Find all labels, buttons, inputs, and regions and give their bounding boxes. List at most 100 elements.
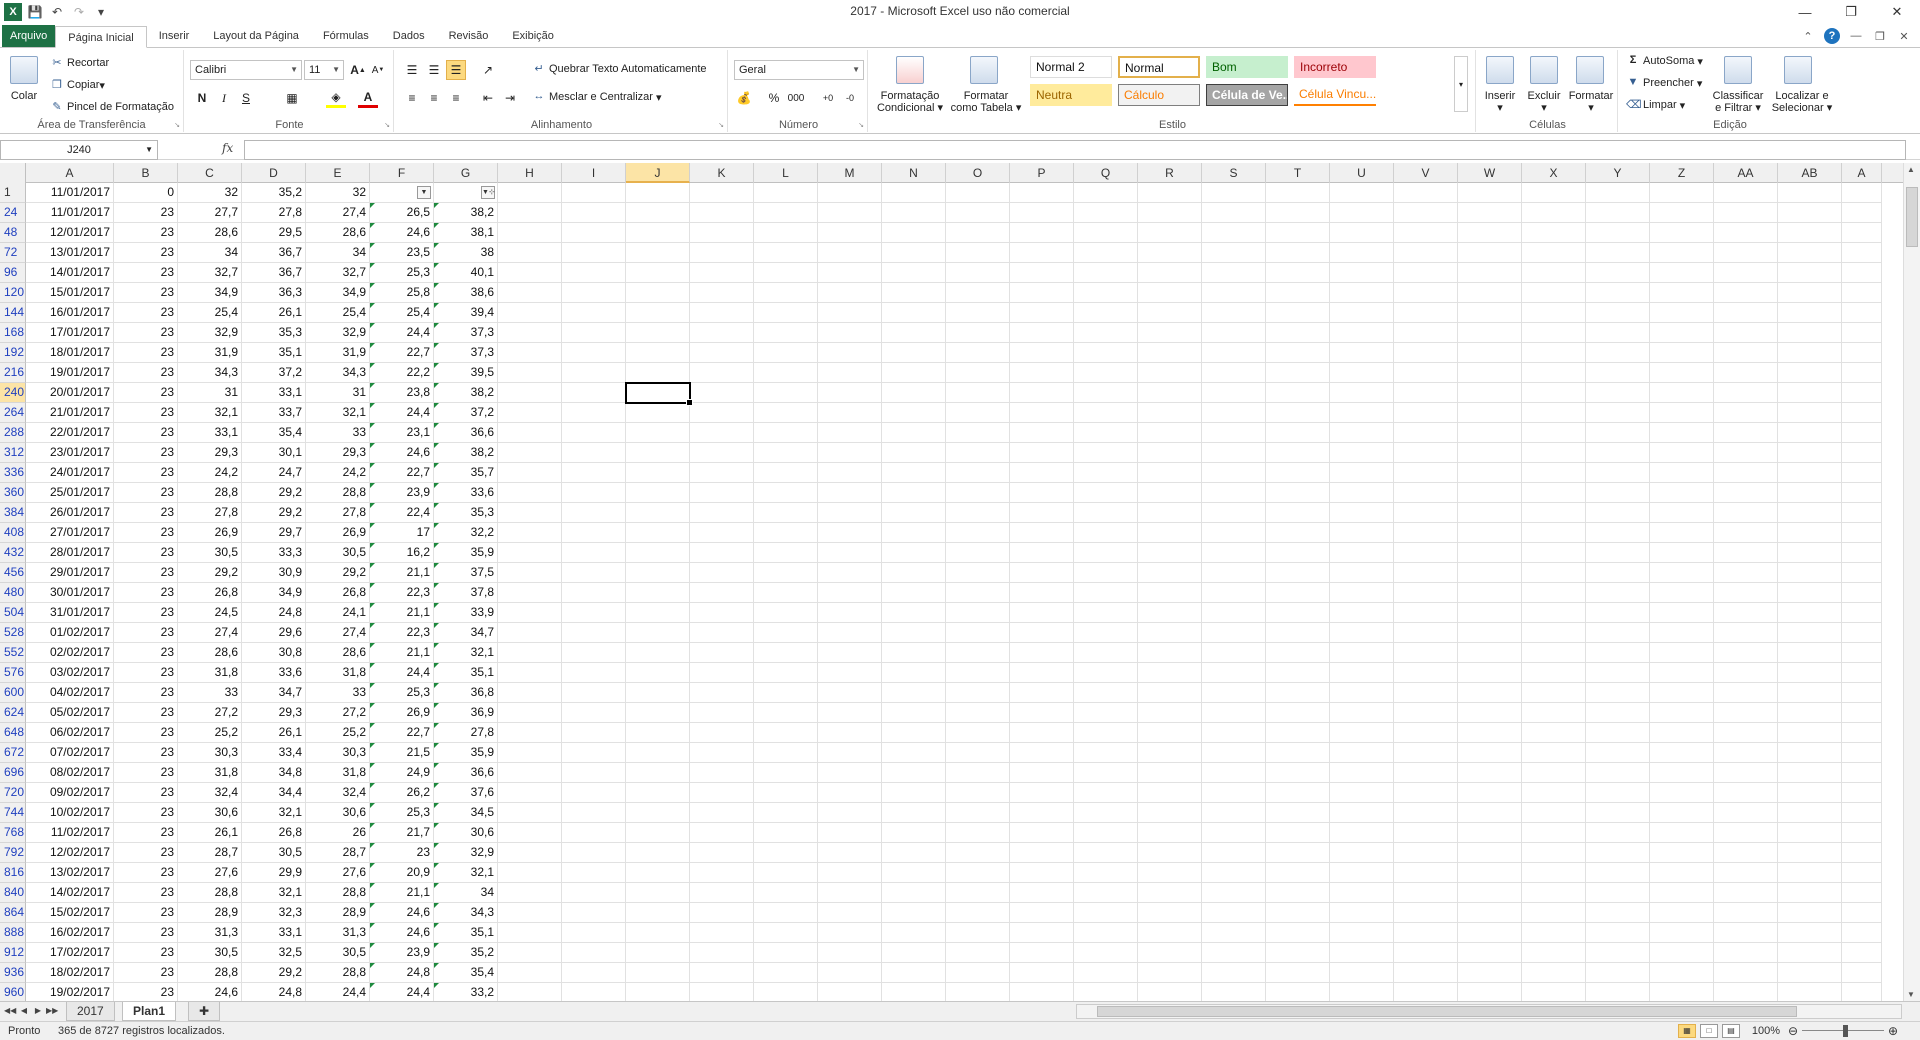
cell[interactable] [1458,943,1522,963]
cell[interactable] [1650,523,1714,543]
column-header[interactable]: O [946,163,1010,183]
cell[interactable] [1202,883,1266,903]
column-header[interactable]: A [26,163,114,183]
cell[interactable]: 31,9 [306,343,370,363]
cell[interactable]: 30,5 [306,943,370,963]
cell[interactable] [882,343,946,363]
cell[interactable] [754,603,818,623]
cell[interactable] [1138,643,1202,663]
cell[interactable] [882,843,946,863]
cell[interactable] [498,843,562,863]
cell[interactable] [1074,323,1138,343]
cell[interactable]: 34,8 [242,763,306,783]
cell[interactable]: 36,6 [434,423,498,443]
cell[interactable]: 34,9 [306,283,370,303]
row-header[interactable]: 456 [0,563,26,583]
cell[interactable]: 34,7 [242,683,306,703]
cell[interactable] [1010,843,1074,863]
cell[interactable] [1394,743,1458,763]
cell[interactable] [1010,883,1074,903]
cell[interactable] [1842,303,1882,323]
cell[interactable] [1586,643,1650,663]
cell[interactable] [1458,203,1522,223]
copy-button[interactable]: ❐ Copiar ▾ [50,78,105,92]
cell[interactable]: 33 [306,423,370,443]
cell[interactable] [690,363,754,383]
cell[interactable] [1330,203,1394,223]
cell[interactable] [498,963,562,983]
cell[interactable] [1330,443,1394,463]
cell[interactable]: 28,8 [306,483,370,503]
cell[interactable] [498,603,562,623]
cell[interactable] [1458,623,1522,643]
cell[interactable]: 23 [114,823,178,843]
row-header[interactable]: 552 [0,643,26,663]
cell[interactable] [882,623,946,643]
cell[interactable] [1842,743,1882,763]
cell[interactable] [626,683,690,703]
cell[interactable]: 31,8 [306,663,370,683]
cell[interactable] [1650,783,1714,803]
cell[interactable]: 35,3 [242,323,306,343]
cell[interactable] [1394,963,1458,983]
cell[interactable]: 21,7 [370,823,434,843]
cell[interactable]: 23 [114,683,178,703]
cell[interactable]: 37,6 [434,783,498,803]
cell[interactable] [1202,223,1266,243]
cell[interactable] [1330,903,1394,923]
cell[interactable] [1714,823,1778,843]
cell[interactable] [1522,263,1586,283]
cell[interactable] [1394,723,1458,743]
cell[interactable] [1586,903,1650,923]
cell[interactable] [1266,823,1330,843]
row-header[interactable]: 48 [0,223,26,243]
cell[interactable] [690,463,754,483]
cell[interactable] [1842,503,1882,523]
cell[interactable] [562,923,626,943]
cell[interactable] [1586,503,1650,523]
cell[interactable]: 23 [114,743,178,763]
bold-button[interactable]: N [192,88,212,108]
cell[interactable] [498,583,562,603]
cell[interactable]: 28,9 [306,903,370,923]
cell[interactable] [562,503,626,523]
cell[interactable] [1138,823,1202,843]
cell[interactable] [1266,963,1330,983]
cell[interactable] [1522,363,1586,383]
cell[interactable]: 26/01/2017 [26,503,114,523]
conditional-format-icon[interactable] [896,56,924,84]
cell[interactable]: 23 [370,843,434,863]
cell[interactable] [1458,523,1522,543]
cell[interactable] [1458,343,1522,363]
cell[interactable] [1010,983,1074,1001]
cell[interactable]: 06/02/2017 [26,723,114,743]
cell[interactable] [1138,703,1202,723]
cell[interactable] [1074,523,1138,543]
cell[interactable]: 33,1 [242,383,306,403]
cell[interactable] [1010,663,1074,683]
cell[interactable] [946,763,1010,783]
cell[interactable] [1138,723,1202,743]
cell[interactable] [1266,543,1330,563]
cell[interactable]: 23 [114,423,178,443]
cell[interactable] [1586,823,1650,843]
cell[interactable] [562,523,626,543]
cell[interactable] [562,443,626,463]
cell[interactable] [1010,203,1074,223]
cell[interactable] [882,723,946,743]
cell[interactable] [1778,583,1842,603]
cell[interactable] [818,363,882,383]
cell[interactable] [1202,543,1266,563]
cell[interactable]: 28,8 [306,883,370,903]
cell[interactable] [498,423,562,443]
row-header[interactable]: 792 [0,843,26,863]
cell[interactable] [1586,243,1650,263]
column-header[interactable]: F [370,163,434,183]
cell[interactable] [626,803,690,823]
cell[interactable] [1714,643,1778,663]
cell[interactable] [690,543,754,563]
cell[interactable] [1330,183,1394,203]
cell[interactable]: 26,8 [242,823,306,843]
cell[interactable]: 33,1 [242,923,306,943]
cell[interactable] [946,703,1010,723]
